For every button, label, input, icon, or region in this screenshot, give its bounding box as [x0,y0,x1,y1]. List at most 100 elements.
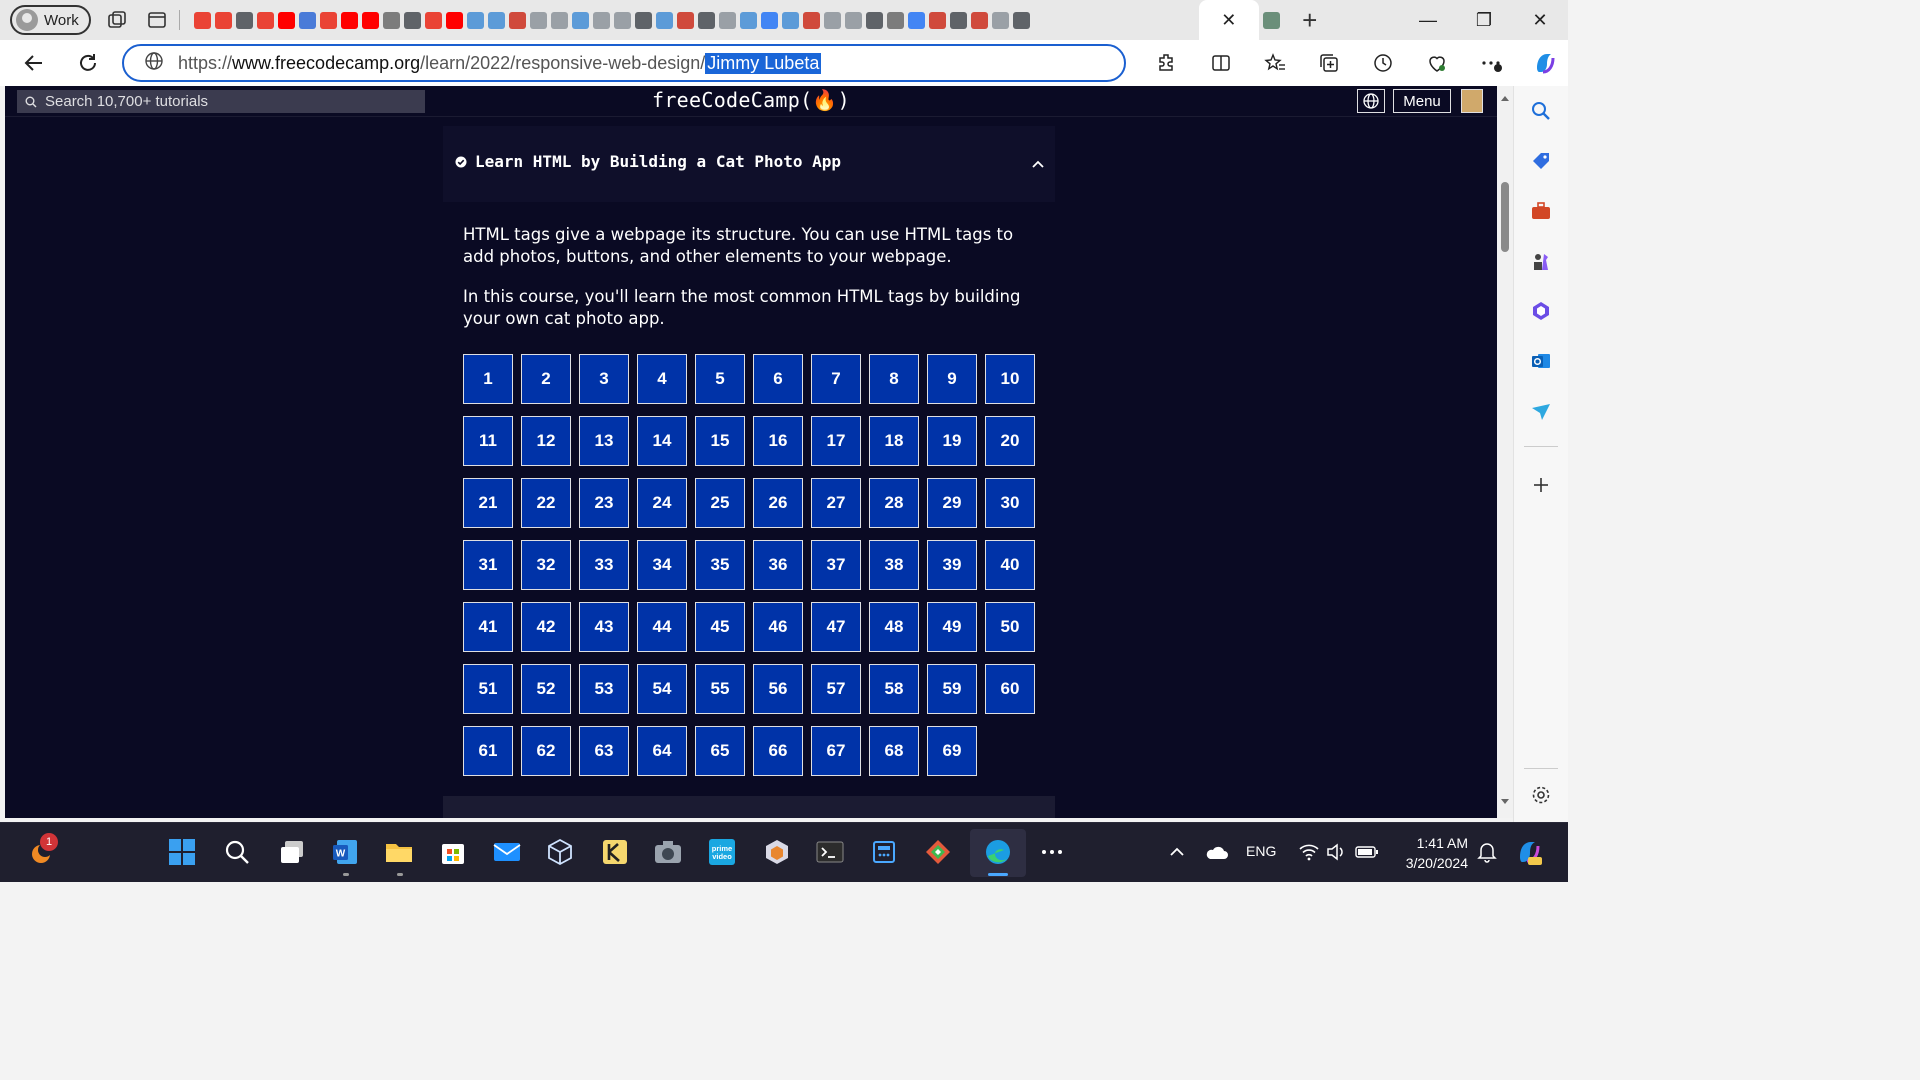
pinned-tab-favicon-icon[interactable] [235,11,253,29]
step-button-66[interactable]: 66 [753,726,803,776]
3d-viewer-cube-icon[interactable] [543,835,577,869]
pinned-tab-favicon-icon[interactable] [256,11,274,29]
pinned-tab-favicon-icon[interactable] [697,11,715,29]
step-button-40[interactable]: 40 [985,540,1035,590]
snipping-tool-icon[interactable] [921,835,955,869]
pinned-tab-favicon-icon[interactable] [298,11,316,29]
favorites-icon[interactable] [1248,52,1302,74]
settings-more-icon[interactable] [1464,52,1518,74]
copilot-preview-icon[interactable] [1512,835,1546,869]
pinned-tab-favicon-icon[interactable] [571,11,589,29]
step-button-54[interactable]: 54 [637,664,687,714]
pinned-tab-favicon-icon[interactable] [592,11,610,29]
step-button-61[interactable]: 61 [463,726,513,776]
language-globe-icon[interactable] [1357,89,1385,113]
pinned-tabs-favicons[interactable] [193,11,1199,29]
step-button-28[interactable]: 28 [869,478,919,528]
pinned-tab-favicon-icon[interactable] [382,11,400,29]
step-button-65[interactable]: 65 [695,726,745,776]
user-avatar[interactable] [1461,89,1483,113]
pinned-tab-favicon-icon[interactable] [823,11,841,29]
step-button-49[interactable]: 49 [927,602,977,652]
step-button-5[interactable]: 5 [695,354,745,404]
notification-bell-icon[interactable] [1470,835,1504,869]
pinned-tab-favicon-icon[interactable] [907,11,925,29]
tools-briefcase-icon[interactable] [1528,198,1554,224]
fcc-logo[interactable]: freeCodeCamp(🔥) [5,88,1497,112]
step-button-31[interactable]: 31 [463,540,513,590]
refresh-icon[interactable] [66,43,110,83]
step-button-47[interactable]: 47 [811,602,861,652]
step-button-2[interactable]: 2 [521,354,571,404]
pinned-tab-favicon-icon[interactable] [928,11,946,29]
step-button-42[interactable]: 42 [521,602,571,652]
pinned-tab-favicon-icon[interactable] [613,11,631,29]
pinned-tab-favicon-icon[interactable] [991,11,1009,29]
back-arrow-icon[interactable] [12,43,56,83]
new-tab-button[interactable]: + [1292,2,1328,38]
step-button-35[interactable]: 35 [695,540,745,590]
windows-start-icon[interactable] [165,835,199,869]
course-block-header[interactable]: Learn HTML by Building a Cat Photo App [443,126,1055,202]
task-view-icon[interactable] [275,835,309,869]
step-button-58[interactable]: 58 [869,664,919,714]
step-button-62[interactable]: 62 [521,726,571,776]
step-button-45[interactable]: 45 [695,602,745,652]
pinned-tab-favicon-icon[interactable] [1012,11,1030,29]
restore-button[interactable]: ❐ [1456,0,1512,40]
step-button-7[interactable]: 7 [811,354,861,404]
taskbar-search-icon[interactable] [220,835,254,869]
extensions-icon[interactable] [1140,52,1194,74]
step-button-51[interactable]: 51 [463,664,513,714]
pinned-tab-favicon-icon[interactable] [655,11,673,29]
input-language[interactable]: ENG [1246,843,1276,859]
step-button-36[interactable]: 36 [753,540,803,590]
pinned-tab-favicon-icon[interactable] [844,11,862,29]
step-button-64[interactable]: 64 [637,726,687,776]
step-button-19[interactable]: 19 [927,416,977,466]
step-button-63[interactable]: 63 [579,726,629,776]
shopping-tag-icon[interactable] [1528,148,1554,174]
profile-button[interactable]: Work [10,5,91,35]
pinned-tab-favicon-icon[interactable] [277,11,295,29]
mail-icon[interactable] [490,835,524,869]
office-hub-icon[interactable] [760,835,794,869]
address-bar[interactable]: https://www.freecodecamp.org/learn/2022/… [122,44,1126,82]
step-button-15[interactable]: 15 [695,416,745,466]
pinned-tab-favicon-icon[interactable] [739,11,757,29]
step-button-29[interactable]: 29 [927,478,977,528]
pinned-tab-favicon-icon[interactable] [361,11,379,29]
step-button-38[interactable]: 38 [869,540,919,590]
pinned-tab-favicon-icon[interactable] [550,11,568,29]
games-chess-icon[interactable] [1528,248,1554,274]
tab-actions-icon[interactable] [143,6,171,34]
pinned-tab-favicon-icon[interactable] [214,11,232,29]
volume-icon[interactable] [1320,835,1354,869]
menu-button[interactable]: Menu [1393,89,1451,113]
step-button-8[interactable]: 8 [869,354,919,404]
pinned-tab-favicon-icon[interactable] [781,11,799,29]
step-button-4[interactable]: 4 [637,354,687,404]
pinned-tab-favicon-icon[interactable] [508,11,526,29]
step-button-56[interactable]: 56 [753,664,803,714]
calculator-app-icon[interactable] [867,835,901,869]
step-button-33[interactable]: 33 [579,540,629,590]
pinned-tab-favicon-icon[interactable] [424,11,442,29]
step-button-68[interactable]: 68 [869,726,919,776]
pinned-tab-favicon-icon[interactable] [760,11,778,29]
more-overflow-icon[interactable] [1035,835,1069,869]
pinned-tab-favicon-icon[interactable] [949,11,967,29]
step-button-25[interactable]: 25 [695,478,745,528]
step-button-24[interactable]: 24 [637,478,687,528]
battery-icon[interactable] [1350,835,1384,869]
step-button-22[interactable]: 22 [521,478,571,528]
step-button-53[interactable]: 53 [579,664,629,714]
pinned-tab-favicon-icon[interactable] [634,11,652,29]
kindle-app-icon[interactable] [598,835,632,869]
microsoft-store-icon[interactable] [436,835,470,869]
step-button-10[interactable]: 10 [985,354,1035,404]
browser-essentials-icon[interactable] [1410,52,1464,74]
close-window-button[interactable]: ✕ [1512,0,1568,40]
terminal-icon[interactable] [813,835,847,869]
prime-video-icon[interactable]: prime video [705,835,739,869]
